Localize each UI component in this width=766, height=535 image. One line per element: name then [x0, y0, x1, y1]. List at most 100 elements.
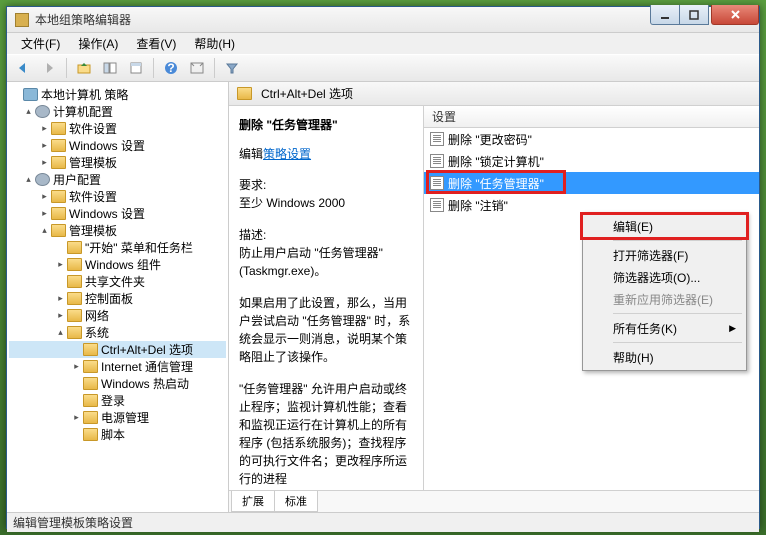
folder-icon — [67, 292, 82, 305]
folder-icon — [51, 139, 66, 152]
properties-button[interactable] — [124, 57, 148, 79]
tree-item[interactable]: 共享文件夹 — [9, 273, 226, 290]
expand-icon[interactable] — [71, 378, 82, 389]
tree-item[interactable]: ▸电源管理 — [9, 409, 226, 426]
tree-label: Windows 组件 — [85, 256, 161, 273]
cm-reapply-filter: 重新应用筛选器(E) — [585, 288, 744, 310]
tree-item[interactable]: 登录 — [9, 392, 226, 409]
maximize-button[interactable] — [679, 5, 709, 25]
list-row[interactable]: 删除 "锁定计算机" — [424, 150, 759, 172]
collapse-icon[interactable]: ▴ — [23, 106, 34, 117]
list-row-selected[interactable]: 删除 "任务管理器" — [424, 172, 759, 194]
expand-icon[interactable]: ▸ — [39, 191, 50, 202]
app-window: 本地组策略编辑器 文件(F) 操作(A) 查看(V) 帮助(H) ? 本地计算机… — [6, 6, 760, 529]
expand-icon[interactable] — [11, 89, 22, 100]
expand-icon[interactable]: ▸ — [55, 259, 66, 270]
menu-action[interactable]: 操作(A) — [70, 33, 126, 54]
up-button[interactable] — [72, 57, 96, 79]
menu-file[interactable]: 文件(F) — [13, 33, 68, 54]
separator-icon — [153, 58, 154, 78]
back-button[interactable] — [11, 57, 35, 79]
collapse-icon[interactable]: ▴ — [39, 225, 50, 236]
tree-item[interactable]: ▸ 管理模板 — [9, 154, 226, 171]
tree-label: 控制面板 — [85, 290, 133, 307]
tree-label: 登录 — [101, 392, 125, 409]
menu-view[interactable]: 查看(V) — [128, 33, 184, 54]
expand-icon[interactable] — [71, 344, 82, 355]
window-buttons — [650, 5, 759, 25]
page-icon — [430, 198, 444, 212]
tree-item[interactable]: Windows 热启动 — [9, 375, 226, 392]
forward-button[interactable] — [37, 57, 61, 79]
cm-all-tasks[interactable]: 所有任务(K)▶ — [585, 317, 744, 339]
expand-icon[interactable]: ▸ — [39, 140, 50, 151]
tree-item[interactable]: ▸ Windows 组件 — [9, 256, 226, 273]
tree-item[interactable]: ▸ 控制面板 — [9, 290, 226, 307]
expand-icon[interactable] — [71, 429, 82, 440]
separator-icon — [613, 240, 742, 241]
collapse-icon[interactable]: ▴ — [23, 174, 34, 185]
tree-label: Windows 设置 — [69, 137, 145, 154]
folder-icon — [83, 343, 98, 356]
minimize-button[interactable] — [650, 5, 680, 25]
folder-icon — [51, 224, 66, 237]
tree-item[interactable]: ▸Internet 通信管理 — [9, 358, 226, 375]
menu-help[interactable]: 帮助(H) — [186, 33, 243, 54]
expand-icon[interactable]: ▸ — [55, 293, 66, 304]
tree-item[interactable]: ▸ Windows 设置 — [9, 137, 226, 154]
tree-item[interactable]: ▴系统 — [9, 324, 226, 341]
list-row[interactable]: 删除 "更改密码" — [424, 128, 759, 150]
user-icon — [35, 173, 50, 186]
tree-root[interactable]: 本地计算机 策略 — [9, 86, 226, 103]
cm-edit[interactable]: 编辑(E) — [585, 215, 744, 237]
tree-item[interactable]: ▸ Windows 设置 — [9, 205, 226, 222]
submenu-arrow-icon: ▶ — [729, 323, 736, 334]
refresh-button[interactable] — [185, 57, 209, 79]
tree-label: Windows 设置 — [69, 205, 145, 222]
expand-icon[interactable]: ▸ — [39, 123, 50, 134]
expand-icon[interactable]: ▸ — [55, 310, 66, 321]
folder-icon — [83, 411, 98, 424]
collapse-icon[interactable]: ▴ — [55, 327, 66, 338]
folder-icon — [237, 87, 252, 100]
folder-icon — [51, 207, 66, 220]
help-button[interactable]: ? — [159, 57, 183, 79]
tree-item[interactable]: "开始" 菜单和任务栏 — [9, 239, 226, 256]
tree-computer-config[interactable]: ▴计算机配置 — [9, 103, 226, 120]
expand-icon[interactable]: ▸ — [71, 361, 82, 372]
close-button[interactable] — [711, 5, 759, 25]
filter-button[interactable] — [220, 57, 244, 79]
list-header-setting[interactable]: 设置 — [424, 106, 759, 128]
cm-filter-options[interactable]: 筛选器选项(O)... — [585, 266, 744, 288]
tree-pane[interactable]: 本地计算机 策略 ▴计算机配置 ▸软件设置 ▸Windows 设置 ▸管理模板 … — [7, 82, 229, 512]
tab-extended[interactable]: 扩展 — [231, 491, 275, 512]
tree-label: 脚本 — [101, 426, 125, 443]
tree-item[interactable]: ▸网络 — [9, 307, 226, 324]
expand-icon[interactable]: ▸ — [39, 157, 50, 168]
titlebar[interactable]: 本地组策略编辑器 — [7, 7, 759, 33]
tree-item[interactable]: ▸软件设置 — [9, 188, 226, 205]
edit-policy-link[interactable]: 策略设置 — [263, 147, 311, 161]
expand-icon[interactable] — [71, 395, 82, 406]
tree-item[interactable]: 脚本 — [9, 426, 226, 443]
tree-label: 管理模板 — [69, 154, 117, 171]
tab-standard[interactable]: 标准 — [274, 491, 318, 512]
tree-item[interactable]: ▸软件设置 — [9, 120, 226, 137]
expand-icon[interactable]: ▸ — [71, 412, 82, 423]
tree-item-ctrlaltdel[interactable]: Ctrl+Alt+Del 选项 — [9, 341, 226, 358]
expand-icon[interactable]: ▸ — [39, 208, 50, 219]
tree-label: 本地计算机 策略 — [41, 86, 128, 103]
edit-link-line: 编辑策略设置 — [239, 145, 413, 162]
folder-icon — [51, 122, 66, 135]
cm-open-filter[interactable]: 打开筛选器(F) — [585, 244, 744, 266]
statusbar: 编辑管理模板策略设置 — [7, 512, 759, 532]
expand-icon[interactable] — [55, 276, 66, 287]
cm-help[interactable]: 帮助(H) — [585, 346, 744, 368]
tree-user-config[interactable]: ▴用户配置 — [9, 171, 226, 188]
tree-item[interactable]: ▴管理模板 — [9, 222, 226, 239]
requirements-block: 要求: 至少 Windows 2000 — [239, 176, 413, 212]
folder-icon — [83, 428, 98, 441]
show-hide-tree-button[interactable] — [98, 57, 122, 79]
tree-label: Windows 热启动 — [101, 375, 189, 392]
expand-icon[interactable] — [55, 242, 66, 253]
